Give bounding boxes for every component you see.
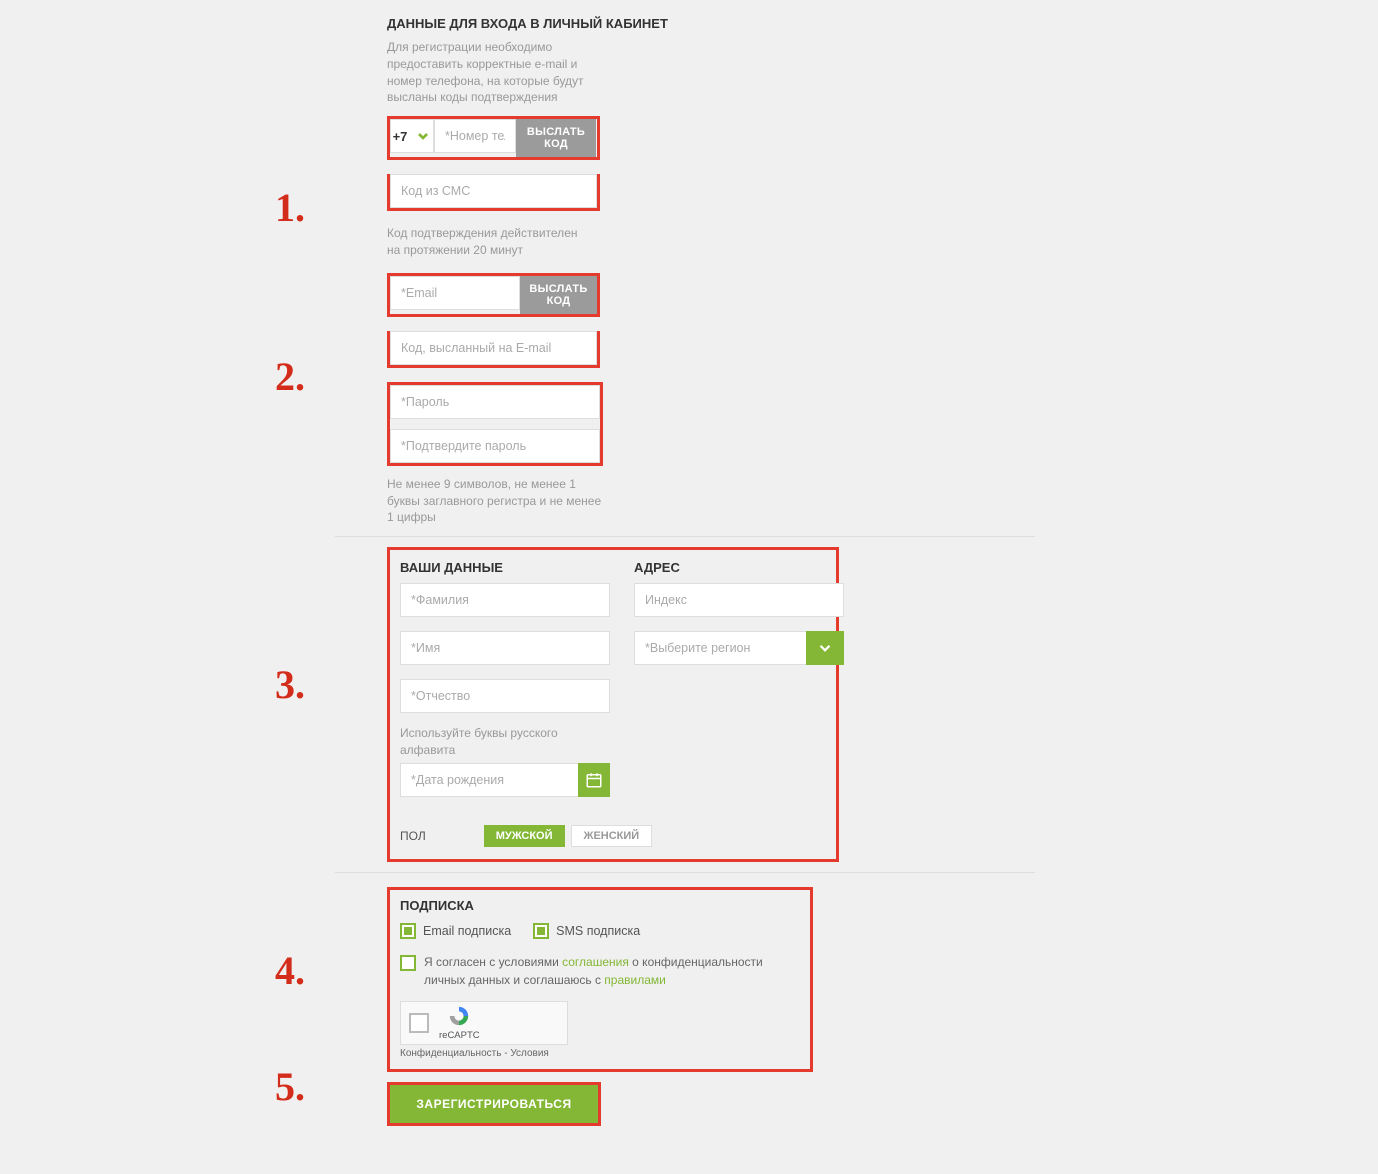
login-hint: Для регистрации необходимо предоставить …: [387, 39, 607, 106]
chevron-down-icon: [816, 639, 834, 657]
sms-code-input[interactable]: [390, 174, 597, 208]
email-subscription-label: Email подписка: [423, 924, 511, 938]
calendar-icon: [585, 771, 603, 789]
email-block: ВЫСЛАТЬ КОД: [387, 273, 600, 317]
login-section-title: ДАННЫЕ ДЛЯ ВХОДА В ЛИЧНЫЙ КАБИНЕТ: [387, 16, 1378, 31]
password-block: [387, 382, 603, 466]
step-number-3: 3.: [275, 661, 305, 708]
password-hint: Не менее 9 символов, не менее 1 буквы за…: [387, 476, 607, 526]
gender-male-button[interactable]: МУЖСКОЙ: [484, 825, 565, 847]
register-button[interactable]: ЗАРЕГИСТРИРОВАТЬСЯ: [390, 1085, 598, 1123]
alphabet-hint: Используйте буквы русского алфавита: [400, 725, 610, 759]
terms-text: Я согласен с условиями соглашения о конф…: [424, 953, 800, 989]
step-number-4: 4.: [275, 947, 305, 994]
email-code-input[interactable]: [390, 331, 597, 365]
confirm-password-input[interactable]: [390, 429, 600, 463]
gender-female-button[interactable]: ЖЕНСКИЙ: [571, 825, 653, 847]
terms-checkbox[interactable]: [400, 955, 416, 971]
phone-prefix-value: +7: [393, 129, 408, 144]
sms-subscription-checkbox[interactable]: [533, 923, 549, 939]
email-input[interactable]: [390, 276, 520, 310]
phone-block: +7 ВЫСЛАТЬ КОД: [387, 116, 600, 160]
recaptcha-checkbox[interactable]: [409, 1013, 429, 1033]
phone-prefix-select[interactable]: +7: [390, 119, 434, 153]
sms-subscription-label: SMS подписка: [556, 924, 640, 938]
recaptcha-footer: Конфиденциальность - Условия: [400, 1048, 800, 1059]
gender-label: ПОЛ: [400, 829, 426, 843]
register-button-wrap: ЗАРЕГИСТРИРОВАТЬСЯ: [387, 1082, 601, 1126]
dob-input[interactable]: [400, 763, 578, 797]
send-email-code-button[interactable]: ВЫСЛАТЬ КОД: [520, 276, 597, 314]
region-dropdown-button[interactable]: [806, 631, 844, 665]
address-column: АДРЕС: [634, 560, 844, 797]
subscription-block: ПОДПИСКА Email подписка SMS подписка Я с…: [387, 887, 813, 1072]
step-number-2: 2.: [275, 353, 305, 400]
recaptcha-label: reCAPTC: [439, 1030, 480, 1041]
step-number-1: 1.: [275, 184, 305, 231]
name-input[interactable]: [400, 631, 610, 665]
send-sms-code-button[interactable]: ВЫСЛАТЬ КОД: [516, 119, 596, 157]
index-input[interactable]: [634, 583, 844, 617]
phone-input[interactable]: [434, 119, 516, 153]
agreement-link[interactable]: соглашения: [562, 955, 629, 969]
recaptcha-icon: [448, 1005, 470, 1027]
email-code-block: [387, 331, 600, 368]
sms-code-block: [387, 174, 600, 211]
step-number-5: 5.: [275, 1063, 305, 1110]
rules-link[interactable]: правилами: [604, 973, 666, 987]
patronymic-input[interactable]: [400, 679, 610, 713]
surname-input[interactable]: [400, 583, 610, 617]
subscription-title: ПОДПИСКА: [400, 898, 800, 913]
calendar-button[interactable]: [578, 763, 610, 797]
code-validity-hint: Код подтверждения действителен на протяж…: [387, 225, 587, 259]
personal-title: ВАШИ ДАННЫЕ: [400, 560, 610, 575]
region-select[interactable]: [634, 631, 806, 665]
recaptcha-widget[interactable]: reCAPTC: [400, 1001, 568, 1045]
password-input[interactable]: [390, 385, 600, 419]
email-subscription-checkbox[interactable]: [400, 923, 416, 939]
personal-column: ВАШИ ДАННЫЕ Используйте буквы русского а…: [400, 560, 610, 797]
personal-data-block: ВАШИ ДАННЫЕ Используйте буквы русского а…: [387, 547, 839, 862]
chevron-down-icon: [415, 128, 431, 144]
address-title: АДРЕС: [634, 560, 844, 575]
